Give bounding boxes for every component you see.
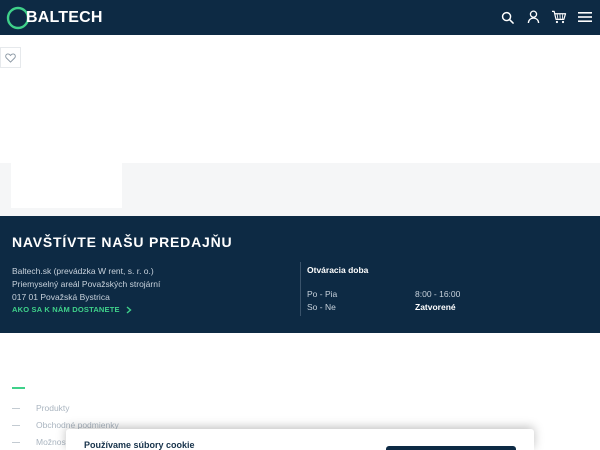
- footer-accent-line: [12, 387, 25, 389]
- hours-time: Zatvorené: [415, 302, 456, 312]
- footer-link-label: Možnosti: [36, 437, 71, 447]
- hours-time: 8:00 - 16:00: [415, 289, 461, 299]
- header-actions: [498, 8, 594, 26]
- divider: [300, 262, 301, 316]
- cookie-accept-button[interactable]: [386, 446, 516, 450]
- heart-icon: [5, 53, 16, 63]
- brand-name: BALTECH: [26, 9, 103, 26]
- search-icon[interactable]: [498, 8, 516, 26]
- chevron-right-icon: [126, 305, 132, 314]
- directions-label: AKO SA K NÁM DOSTANETE: [12, 305, 120, 314]
- address-line: Baltech.sk (prevádzka W rent, s. r. o.): [12, 266, 154, 276]
- hours-row: Po - Pia 8:00 - 16:00: [307, 289, 467, 299]
- store-address: Baltech.sk (prevádzka W rent, s. r. o.) …: [12, 265, 160, 304]
- cookie-title: Používame súbory cookie: [84, 440, 195, 450]
- visit-store-section: NAVŠTÍVTE NAŠU PREDAJŇU Baltech.sk (prev…: [0, 216, 600, 333]
- hours-days: Po - Pia: [307, 289, 338, 299]
- section-title: NAVŠTÍVTE NAŠU PREDAJŇU: [12, 234, 233, 250]
- footer-link-label: Produkty: [36, 403, 70, 413]
- hours-row: So - Ne Zatvorené: [307, 302, 467, 312]
- address-line: 017 01 Považská Bystrica: [12, 292, 110, 302]
- cart-icon[interactable]: [550, 8, 568, 26]
- dash: [12, 407, 20, 409]
- hours-days: So - Ne: [307, 302, 336, 312]
- favorite-button[interactable]: [0, 47, 21, 68]
- footer-link[interactable]: Možnosti: [12, 437, 70, 447]
- dash: [12, 441, 20, 443]
- logo[interactable]: BALTECH: [6, 6, 103, 30]
- dash: [12, 424, 20, 426]
- content-card: [11, 163, 122, 208]
- menu-icon[interactable]: [576, 8, 594, 26]
- cookie-banner: Používame súbory cookie: [66, 429, 534, 450]
- directions-link[interactable]: AKO SA K NÁM DOSTANETE: [12, 305, 132, 314]
- site-header: BALTECH: [0, 0, 600, 35]
- footer-link[interactable]: Produkty: [12, 403, 70, 413]
- address-line: Priemyselný areál Považských strojární: [12, 279, 161, 289]
- opening-hours-title: Otváracia doba: [307, 265, 369, 275]
- user-icon[interactable]: [524, 8, 542, 26]
